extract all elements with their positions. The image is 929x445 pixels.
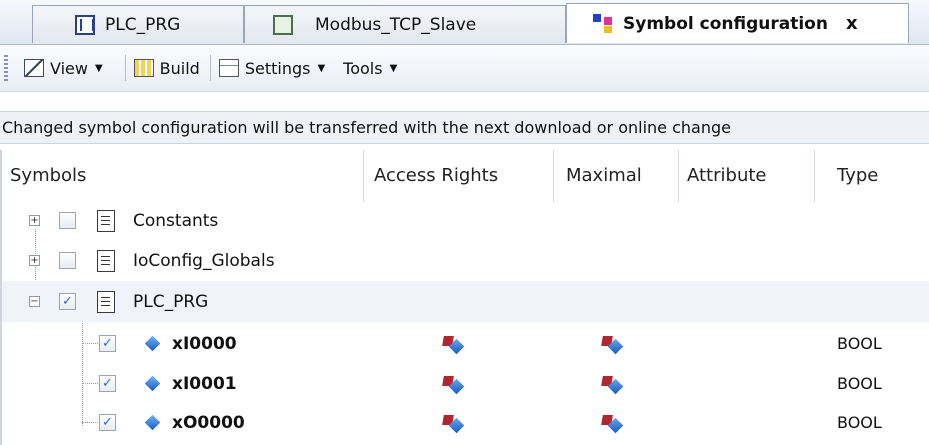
tree-row-variable[interactable]: ✓ xI0001 BOOL	[2, 363, 929, 404]
column-header-attribute[interactable]: Attribute	[679, 150, 815, 202]
tools-button[interactable]: Tools ▼	[343, 59, 409, 78]
access-rights-icon[interactable]	[443, 375, 463, 393]
toolbar-grip[interactable]	[4, 55, 8, 81]
variable-icon	[144, 375, 161, 392]
variable-icon	[144, 414, 161, 431]
symbol-name: Constants	[133, 210, 219, 231]
expand-icon[interactable]: +	[29, 255, 40, 266]
view-button[interactable]: View ▼	[24, 59, 115, 78]
modbus-device-icon	[273, 14, 293, 35]
document-icon	[97, 209, 115, 232]
access-rights-icon[interactable]	[443, 335, 463, 353]
toolbar-separator	[124, 55, 126, 81]
chevron-down-icon: ▼	[94, 62, 103, 74]
expand-icon[interactable]: +	[29, 215, 40, 226]
type-value: BOOL	[837, 413, 882, 432]
chevron-down-icon: ▼	[317, 62, 326, 74]
build-icon	[133, 59, 154, 77]
maximal-rights-icon	[602, 414, 622, 432]
symbol-checkbox[interactable]: ✓	[99, 335, 116, 352]
column-header-maximal[interactable]: Maximal	[554, 150, 679, 202]
tree-row-variable[interactable]: ✓ xO0000 BOOL	[2, 402, 929, 443]
settings-label: Settings	[244, 58, 311, 78]
tab-label: Symbol configuration	[623, 13, 828, 34]
symbol-name: PLC_PRG	[133, 291, 209, 312]
tree-row-plc-prg[interactable]: − ✓ PLC_PRG	[2, 281, 929, 322]
variable-name: xI0001	[172, 373, 237, 394]
maximal-rights-icon	[602, 335, 622, 353]
symbol-name: IoConfig_Globals	[133, 250, 275, 271]
tab-symbol-configuration[interactable]: Symbol configuration x	[566, 3, 909, 43]
type-value: BOOL	[837, 334, 882, 353]
toolbar-separator	[209, 55, 211, 81]
tree-row-ioconfig-globals[interactable]: + IoConfig_Globals	[2, 240, 929, 281]
build-button[interactable]: Build	[133, 58, 200, 78]
document-icon	[97, 290, 115, 313]
symbol-checkbox[interactable]: ✓	[99, 375, 116, 392]
tree-row-variable[interactable]: ✓ xI0000 BOOL	[2, 323, 929, 364]
settings-icon	[218, 59, 239, 77]
symbol-checkbox[interactable]: ✓	[99, 414, 116, 431]
tools-label: Tools	[343, 58, 383, 78]
tab-modbus-tcp-slave[interactable]: Modbus_TCP_Slave	[244, 5, 566, 43]
build-label: Build	[159, 58, 200, 78]
settings-button[interactable]: Settings ▼	[218, 58, 337, 78]
collapse-icon[interactable]: −	[29, 296, 40, 307]
access-rights-icon[interactable]	[443, 414, 463, 432]
variable-name: xO0000	[172, 412, 245, 433]
view-label: View	[50, 58, 88, 78]
tab-label: Modbus_TCP_Slave	[315, 14, 477, 35]
tab-label: PLC_PRG	[105, 14, 181, 35]
tree-row-constants[interactable]: + Constants	[2, 200, 929, 241]
symbol-configuration-icon	[593, 13, 613, 34]
column-header-symbols[interactable]: Symbols	[2, 150, 364, 202]
tab-plc-prg[interactable]: PLC_PRG	[32, 5, 244, 43]
chevron-down-icon: ▼	[389, 62, 398, 74]
info-message: Changed symbol configuration will be tra…	[0, 111, 929, 144]
column-header-access-rights[interactable]: Access Rights	[364, 150, 554, 202]
variable-icon	[144, 335, 161, 352]
variable-name: xI0000	[172, 333, 237, 354]
document-icon	[97, 249, 115, 272]
close-icon[interactable]: x	[846, 13, 858, 34]
toolbar: View ▼ Build Settings ▼ Tools ▼	[0, 45, 929, 92]
type-value: BOOL	[837, 374, 882, 393]
symbol-checkbox[interactable]: ✓	[59, 293, 76, 310]
editor-tab-bar: PLC_PRG Modbus_TCP_Slave Symbol configur…	[0, 0, 929, 45]
symbol-checkbox[interactable]	[59, 212, 76, 229]
maximal-rights-icon	[602, 375, 622, 393]
grid-header: Symbols Access Rights Maximal Attribute …	[2, 150, 929, 202]
symbol-tree-grid: Symbols Access Rights Maximal Attribute …	[0, 150, 929, 445]
symbol-checkbox[interactable]	[59, 252, 76, 269]
column-header-type[interactable]: Type	[815, 150, 929, 202]
view-filter-icon	[24, 59, 44, 77]
plc-prg-icon	[75, 14, 95, 35]
